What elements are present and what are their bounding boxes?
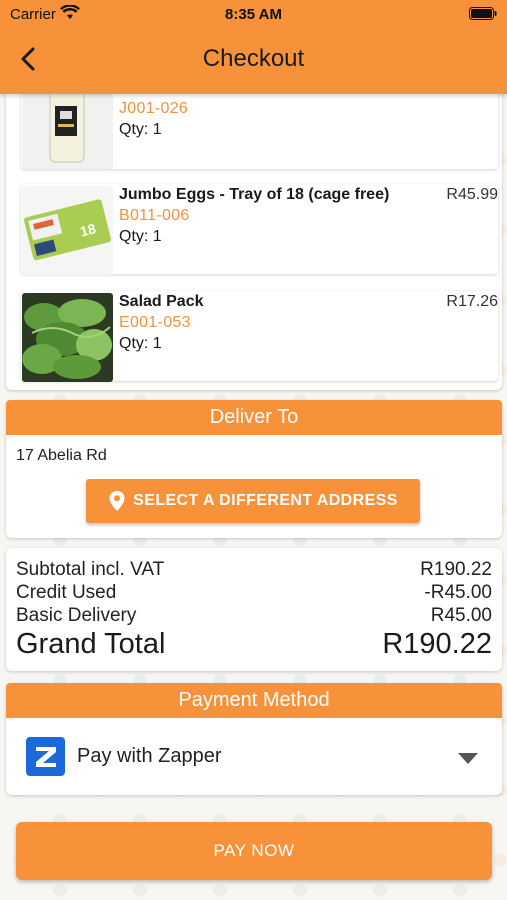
credit-value: -R45.00 xyxy=(424,582,492,603)
status-time: 8:35 AM xyxy=(225,6,282,23)
item-name: Salad Pack xyxy=(119,293,204,310)
page-title: Checkout xyxy=(202,45,305,72)
credit-label: Credit Used xyxy=(16,582,117,603)
product-image: 18 xyxy=(22,186,113,275)
delivery-card: Deliver To 17 Abelia Rd SELECT A DIFFERE… xyxy=(6,400,502,538)
item-price: R17.26 xyxy=(446,293,498,310)
item-price: R45.99 xyxy=(446,186,498,203)
item-qty: Qty: 1 xyxy=(119,228,162,245)
grand-total-value: R190.22 xyxy=(382,628,492,660)
location-pin-icon xyxy=(108,490,126,512)
item-code: E001-053 xyxy=(119,314,191,331)
list-item[interactable]: 18 Jumbo Eggs - Tray of 18 (cage free) R… xyxy=(21,184,498,275)
subtotal-value: R190.22 xyxy=(420,559,492,580)
zapper-logo-icon xyxy=(26,737,65,776)
item-qty: Qty: 1 xyxy=(119,335,162,352)
list-item[interactable]: Salad Pack R17.26 E001-053 Qty: 1 xyxy=(21,291,498,382)
payment-section-title: Payment Method xyxy=(6,683,502,718)
app-header: Carrier 8:35 AM Checkout xyxy=(0,0,507,94)
delivery-section-title: Deliver To xyxy=(6,400,502,435)
order-summary-card: Subtotal incl. VAT R190.22 Credit Used -… xyxy=(6,548,502,671)
select-address-label: SELECT A DIFFERENT ADDRESS xyxy=(133,492,398,509)
delivery-address: 17 Abelia Rd xyxy=(16,447,107,464)
item-code: B011-006 xyxy=(119,207,190,224)
delivery-fee-label: Basic Delivery xyxy=(16,605,137,626)
subtotal-label: Subtotal incl. VAT xyxy=(16,559,165,580)
payment-method-card: Payment Method Pay with Zapper xyxy=(6,683,502,795)
battery-icon xyxy=(469,7,497,20)
item-qty: Qty: 1 xyxy=(119,121,162,138)
payment-method-select[interactable]: Pay with Zapper xyxy=(77,745,222,768)
dropdown-caret-icon[interactable] xyxy=(458,753,478,764)
status-bar: Carrier 8:35 AM xyxy=(0,0,507,28)
order-items-card: J001-026 Qty: 1 18 Jumbo Eggs - Tray of … xyxy=(6,80,502,390)
grand-total-label: Grand Total xyxy=(16,628,166,660)
select-address-button[interactable]: SELECT A DIFFERENT ADDRESS xyxy=(86,479,420,523)
pay-now-button[interactable]: PAY NOW xyxy=(16,822,492,880)
product-image xyxy=(22,293,113,382)
item-code: J001-026 xyxy=(119,100,189,117)
delivery-fee-value: R45.00 xyxy=(430,605,492,626)
item-name: Jumbo Eggs - Tray of 18 (cage free) xyxy=(119,186,390,203)
